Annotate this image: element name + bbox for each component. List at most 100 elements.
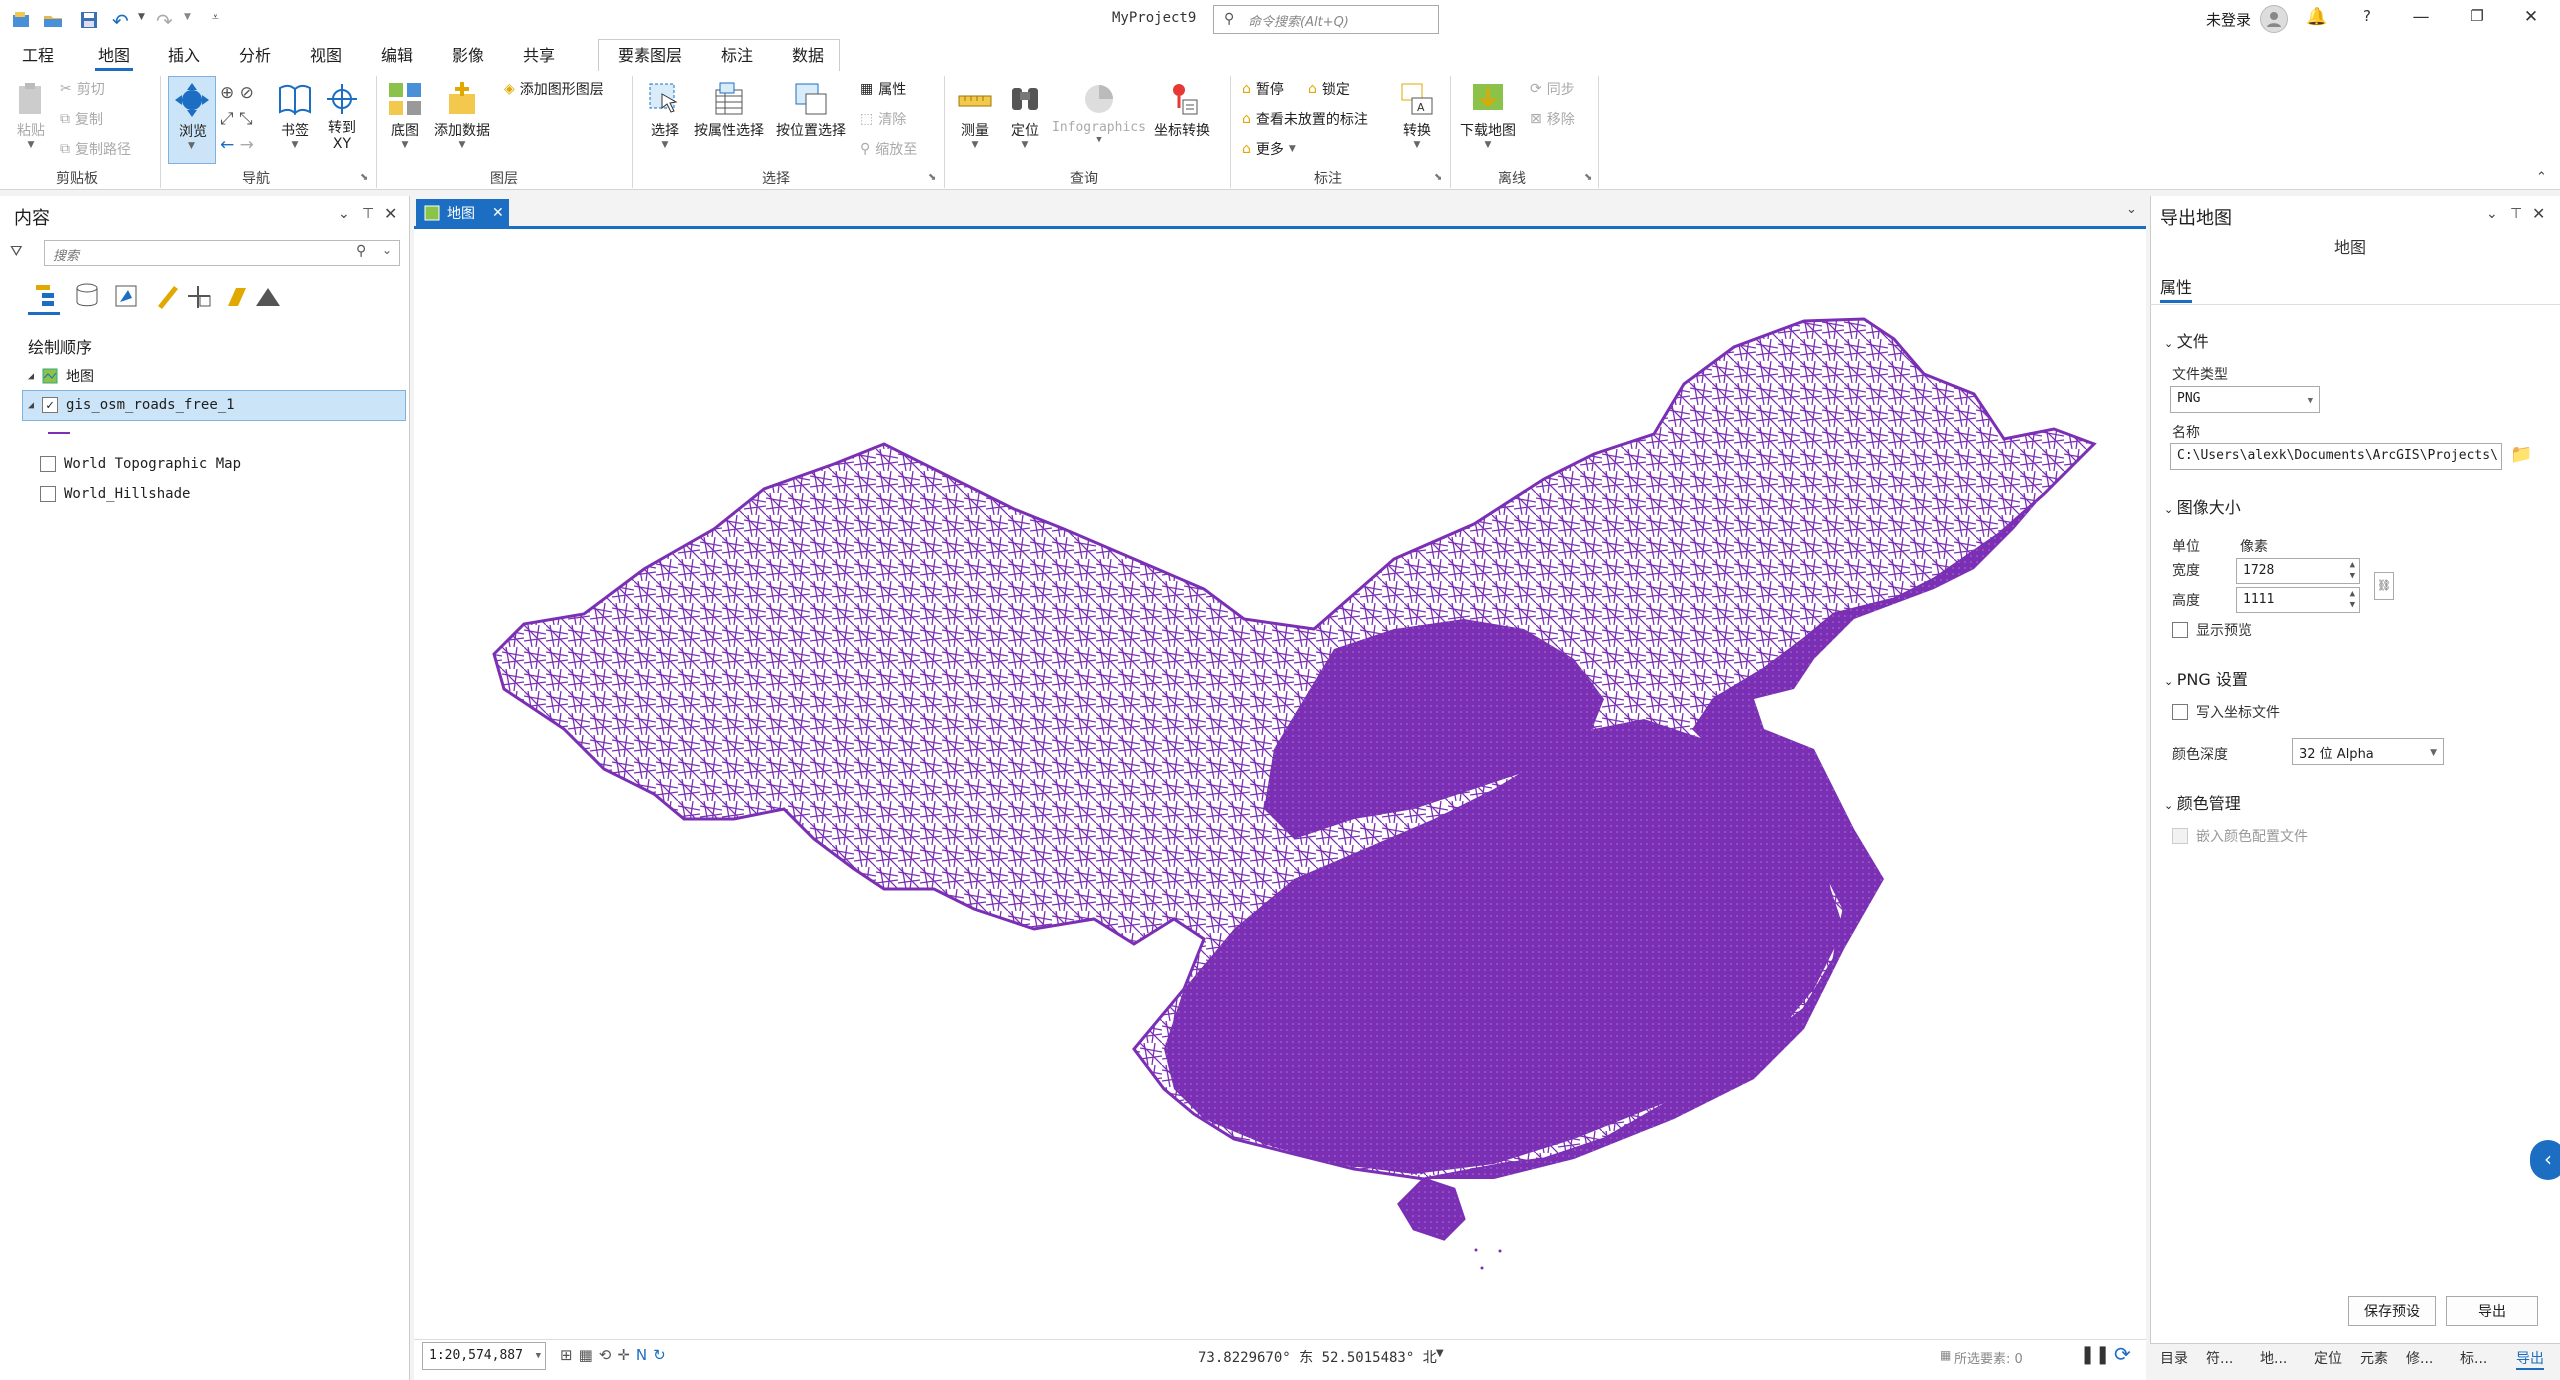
undo-icon[interactable]: ↶	[112, 9, 134, 33]
search-icon[interactable]: ⚲	[356, 243, 366, 259]
pin-icon[interactable]: ⊤	[2510, 206, 2522, 222]
height-spinner-icon[interactable]: ▲ ▼	[2350, 589, 2355, 611]
fixed-zoom-in-icon[interactable]: ⊘	[240, 83, 254, 103]
save-preset-button[interactable]: 保存预设	[2348, 1296, 2436, 1326]
pause-drawing-icon[interactable]: ❚❚	[2080, 1344, 2110, 1365]
pause-labels-button[interactable]: ⌂ 暂停	[1242, 79, 1284, 99]
file-type-select[interactable]: PNG ▼	[2170, 386, 2320, 413]
tab-feature-layer[interactable]: 要素图层	[615, 42, 685, 66]
offline-launcher-icon[interactable]: ⬊	[1584, 172, 1592, 183]
north-arrow-icon[interactable]: N↻	[636, 1346, 672, 1364]
layer-visibility-checkbox[interactable]: ✓	[42, 397, 59, 413]
minimize-button[interactable]: —	[2406, 7, 2436, 27]
pane-options-icon[interactable]: ⌄	[338, 206, 350, 222]
layer-visibility-checkbox[interactable]	[40, 456, 56, 472]
png-section-header[interactable]: ⌄ PNG 设置	[2164, 666, 2248, 690]
attributes-button[interactable]: ▦ 属性	[860, 79, 906, 99]
tab-geoprocessing[interactable]: 地...	[2260, 1348, 2287, 1368]
width-field[interactable]: 1728 ▲ ▼	[2236, 558, 2360, 584]
login-status[interactable]: 未登录	[2206, 9, 2251, 30]
write-world-file-checkbox[interactable]	[2172, 704, 2188, 720]
undo-dropdown-icon[interactable]: ▼	[138, 12, 145, 22]
help-button[interactable]: ?	[2352, 7, 2382, 25]
link-aspect-ratio-icon[interactable]: ⛓	[2374, 572, 2394, 600]
refresh-icon[interactable]: ⟳	[2114, 1342, 2131, 1366]
tab-labeling[interactable]: 标注	[718, 42, 756, 66]
export-button[interactable]: 导出	[2446, 1296, 2538, 1326]
color-management-section-header[interactable]: ⌄ 颜色管理	[2164, 790, 2241, 814]
add-data-button[interactable]: 添加数据 ▼	[434, 80, 490, 150]
bookmarks-button[interactable]: 书签 ▼	[276, 80, 314, 150]
layer-visibility-checkbox[interactable]	[40, 486, 56, 502]
layer-item[interactable]: ◢ ✓ gis_osm_roads_free_1	[28, 397, 235, 413]
map-view-tab[interactable]: 地图 ✕	[416, 199, 509, 227]
pane-options-icon[interactable]: ⌄	[2486, 206, 2498, 222]
file-name-field[interactable]: C:\Users\alexk\Documents\ArcGIS\Projects…	[2170, 443, 2502, 470]
tab-locate[interactable]: 定位	[2314, 1348, 2342, 1368]
scale-selector[interactable]: 1:20,574,887 ▼	[422, 1342, 546, 1370]
fixed-zoom-icon[interactable]: ⊞	[560, 1346, 579, 1364]
full-extent-icon[interactable]: ⊕	[220, 83, 234, 103]
pane-close-icon[interactable]: ✕	[384, 204, 397, 223]
browse-folder-icon[interactable]: 📁	[2510, 444, 2532, 465]
contents-search-input[interactable]: 搜索	[44, 240, 400, 266]
new-project-icon[interactable]	[10, 9, 32, 31]
copy-button[interactable]: ⧉ 复制	[60, 109, 103, 129]
tab-map[interactable]: 地图	[95, 42, 134, 71]
image-size-section-header[interactable]: ⌄ 图像大小	[2164, 494, 2241, 518]
command-search-input[interactable]: ⚲ 命令搜索(Alt+Q)	[1213, 5, 1439, 34]
avatar[interactable]	[2260, 5, 2288, 33]
copy-path-button[interactable]: ⧉ 复制路径	[60, 139, 131, 159]
embed-profile-checkbox[interactable]	[2172, 828, 2188, 844]
save-icon[interactable]	[78, 9, 100, 31]
tab-modify[interactable]: 修...	[2406, 1348, 2433, 1368]
add-graphics-layer-button[interactable]: ◈ 添加图形图层	[504, 79, 604, 99]
remove-button[interactable]: ⊠ 移除	[1530, 109, 1575, 129]
grid-icon[interactable]: ▦	[579, 1346, 599, 1364]
locate-button[interactable]: 定位 ▼	[1006, 80, 1044, 150]
color-depth-select[interactable]: 32 位 Alpha ▼	[2292, 738, 2444, 765]
open-project-icon[interactable]	[42, 9, 64, 31]
measure-button[interactable]: 测量 ▼	[956, 80, 994, 150]
collapse-ribbon-icon[interactable]: ⌃	[2536, 170, 2547, 185]
pin-icon[interactable]: ⊤	[362, 206, 374, 222]
selection-launcher-icon[interactable]: ⬊	[928, 172, 936, 183]
labeling-launcher-icon[interactable]: ⬊	[1434, 172, 1442, 183]
refresh-extent-icon[interactable]: ⟲	[599, 1346, 618, 1364]
tab-edit[interactable]: 编辑	[378, 42, 416, 66]
infographics-button[interactable]: Infographics ▼	[1052, 80, 1146, 145]
embed-profile-option[interactable]: 嵌入颜色配置文件	[2172, 826, 2308, 846]
snapping-icon[interactable]: ✛	[617, 1346, 636, 1364]
zoom-fit-icon[interactable]: ⤡	[239, 109, 253, 129]
tab-share[interactable]: 共享	[520, 42, 558, 66]
layer-item[interactable]: World Topographic Map	[40, 456, 241, 472]
tab-symbology[interactable]: 符...	[2206, 1348, 2233, 1368]
tab-catalog[interactable]: 目录	[2160, 1348, 2188, 1368]
width-spinner-icon[interactable]: ▲ ▼	[2350, 560, 2355, 582]
redo-icon[interactable]: ↷	[156, 9, 178, 33]
tab-properties[interactable]: 属性	[2160, 274, 2193, 303]
previous-extent-icon[interactable]: ←	[220, 135, 234, 155]
coordinate-format-dropdown-icon[interactable]: ▼	[1436, 1348, 1444, 1359]
select-by-location-button[interactable]: 按位置选择	[776, 80, 846, 140]
restore-button[interactable]: ❐	[2462, 7, 2492, 25]
pane-close-icon[interactable]: ✕	[2532, 204, 2545, 223]
height-field[interactable]: 1111 ▲ ▼	[2236, 587, 2360, 613]
close-tab-icon[interactable]: ✕	[492, 205, 504, 221]
notification-bell-icon[interactable]: 🔔	[2302, 7, 2332, 27]
tab-analysis[interactable]: 分析	[236, 42, 274, 66]
tab-labeling-pane[interactable]: 标...	[2460, 1348, 2487, 1368]
select-by-attributes-button[interactable]: 按属性选择	[694, 80, 764, 140]
basemap-button[interactable]: 底图 ▼	[386, 80, 424, 150]
convert-labels-button[interactable]: A 转换 ▼	[1398, 80, 1436, 150]
zoom-extent-icon[interactable]: ⤢	[220, 109, 234, 129]
select-button[interactable]: 选择 ▼	[646, 80, 684, 150]
convert-coordinates-button[interactable]: 坐标转换	[1154, 80, 1210, 140]
more-labels-button[interactable]: ⌂ 更多 ▼	[1242, 139, 1296, 159]
lock-labels-button[interactable]: ⌂ 锁定	[1308, 79, 1350, 99]
write-world-file-option[interactable]: 写入坐标文件	[2172, 702, 2280, 722]
download-map-button[interactable]: 下载地图 ▼	[1460, 80, 1516, 150]
customize-qat-icon[interactable]: ⩡	[212, 10, 219, 25]
layer-item[interactable]: World_Hillshade	[40, 486, 190, 502]
next-extent-icon[interactable]: →	[240, 135, 254, 155]
